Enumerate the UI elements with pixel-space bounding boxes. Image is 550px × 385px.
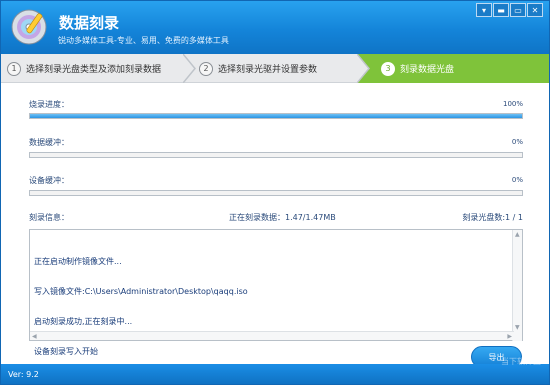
disc-logo-icon: [11, 9, 47, 45]
data-buffer-percent: 0%: [511, 138, 523, 146]
device-buffer-bar: [29, 190, 523, 196]
log-text: 正在启动制作镜像文件... 写入镜像文件:C:\Users\Administra…: [34, 237, 248, 377]
data-buffer-label: 数据缓冲：: [29, 138, 69, 147]
step-separator-icon: [357, 54, 371, 83]
window-controls: ▾ ▬ ▭ ✕: [475, 3, 543, 17]
step-3: 3 刻录数据光盘: [371, 54, 549, 83]
burn-progress-bar: [29, 113, 523, 119]
step-1: 1 选择刻录光盘类型及添加刻录数据: [7, 54, 183, 83]
scroll-down-icon[interactable]: ▼: [515, 324, 520, 331]
log-line: 启动刻录成功,正在刻录中...: [34, 317, 133, 326]
scroll-right-icon[interactable]: ▶: [507, 333, 512, 340]
step-separator-icon: [183, 54, 196, 83]
close-button[interactable]: ✕: [527, 3, 543, 17]
maximize-button[interactable]: ▭: [510, 3, 526, 17]
step-3-number: 3: [381, 61, 395, 76]
step-1-number: 1: [7, 61, 21, 76]
step-1-label: 选择刻录光盘类型及添加刻录数据: [26, 65, 162, 75]
app-window: 数据刻录 锐动多媒体工具-专业、易用、免费的多媒体工具 ▾ ▬ ▭ ✕ 1 选择…: [0, 0, 550, 385]
log-panel[interactable]: 正在启动制作镜像文件... 写入镜像文件:C:\Users\Administra…: [29, 229, 523, 356]
step-wizard: 1 选择刻录光盘类型及添加刻录数据 2 选择刻录光驱并设置参数 3 刻录数据光盘: [1, 54, 549, 83]
disc-count-status: 刻录光盘数:1 / 1: [462, 213, 523, 222]
app-subtitle: 锐动多媒体工具-专业、易用、免费的多媒体工具: [58, 36, 229, 45]
step-3-label: 刻录数据光盘: [400, 65, 455, 75]
device-buffer-label: 设备缓冲：: [29, 176, 69, 185]
status-bar: Ver: 9.2: [1, 364, 549, 384]
step-2-number: 2: [199, 61, 213, 76]
app-title: 数据刻录: [59, 14, 120, 32]
watermark: 当下软件园: [501, 357, 541, 366]
step-2-label: 选择刻录光驱并设置参数: [218, 65, 318, 75]
scroll-up-icon[interactable]: ▲: [515, 231, 520, 238]
device-buffer-percent: 0%: [511, 176, 523, 184]
title-bar: 数据刻录 锐动多媒体工具-专业、易用、免费的多媒体工具 ▾ ▬ ▭ ✕: [1, 1, 549, 54]
log-line: 写入镜像文件:C:\Users\Administrator\Desktop\qa…: [34, 287, 248, 296]
burn-progress-percent: 100%: [502, 100, 523, 108]
step-2: 2 选择刻录光驱并设置参数: [199, 54, 359, 83]
log-line: 设备刻录写入开始: [34, 347, 98, 356]
burn-progress-fill: [30, 114, 522, 118]
scroll-left-icon[interactable]: ◀: [32, 333, 37, 340]
version-label: Ver: 9.2: [8, 370, 39, 379]
burn-progress-label: 烧录进度：: [29, 100, 69, 109]
minimize-button[interactable]: ▬: [493, 3, 509, 17]
menu-dropdown-icon[interactable]: ▾: [476, 3, 492, 17]
log-line: 正在启动制作镜像文件...: [34, 257, 122, 266]
vertical-scrollbar[interactable]: ▲ ▼: [512, 230, 522, 341]
horizontal-scrollbar[interactable]: ◀ ▶: [30, 331, 514, 340]
burn-info-label: 刻录信息：: [29, 213, 69, 222]
data-buffer-bar: [29, 152, 523, 158]
burning-data-status: 正在刻录数据：1.47/1.47MB: [229, 213, 336, 222]
